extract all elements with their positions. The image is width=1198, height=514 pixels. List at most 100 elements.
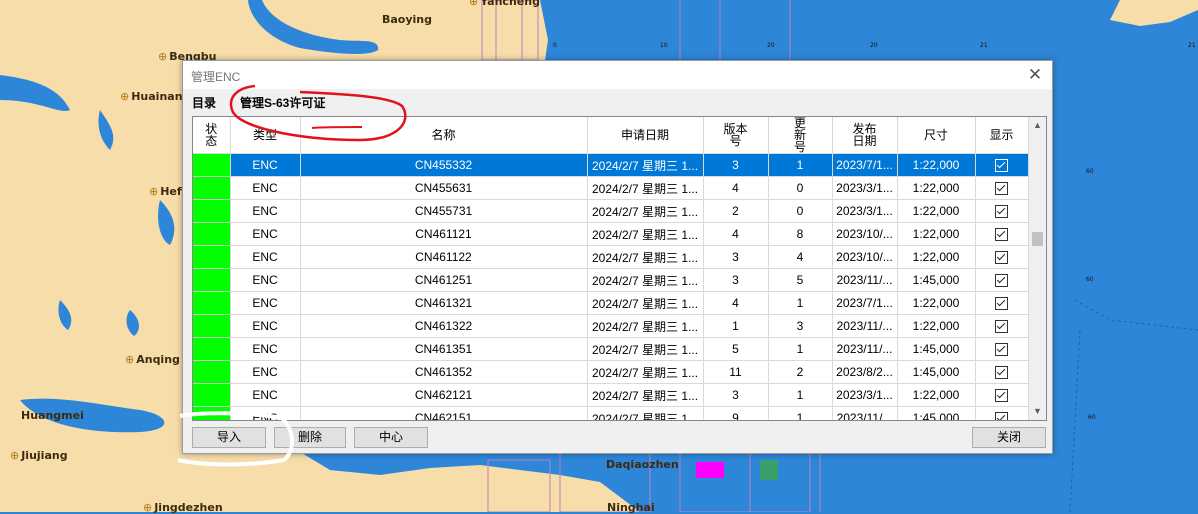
apply-date-cell: 2024/2/7 星期三 1... (587, 383, 704, 407)
table-row[interactable]: ENC CN461321 2024/2/7 星期三 1... 4 1 2023/7/1..… (193, 291, 1029, 315)
show-checkbox[interactable] (995, 389, 1008, 403)
map-label: Daqiaozhen (606, 458, 679, 471)
table-row[interactable]: ENC CN461251 2024/2/7 星期三 1... 3 5 2023/11/..… (193, 268, 1029, 292)
scale-cell: 1:45,000 (897, 360, 976, 384)
table-row[interactable]: ENC CN455631 2024/2/7 星期三 1... 4 0 2023/3/1..… (193, 176, 1029, 200)
col-header-update[interactable]: 更新号 (768, 117, 833, 154)
name-cell: CN461122 (300, 245, 588, 269)
vertical-scrollbar[interactable]: ▲ ▼ (1029, 117, 1046, 420)
update-cell: 5 (768, 268, 833, 292)
map-label: ⊕ Yancheng (469, 0, 540, 8)
show-checkbox[interactable] (995, 159, 1008, 173)
edition-cell: 3 (703, 245, 769, 269)
table-row[interactable]: ENC CN461322 2024/2/7 星期三 1... 1 3 2023/11/..… (193, 314, 1029, 338)
col-header-status[interactable]: 状态 (193, 117, 231, 154)
svg-text:20: 20 (870, 42, 878, 49)
show-checkbox[interactable] (995, 251, 1008, 265)
close-button[interactable]: 关闭 (972, 427, 1046, 448)
table-row[interactable]: ENC CN455731 2024/2/7 星期三 1... 2 0 2023/3/1..… (193, 199, 1029, 223)
type-cell: ENC (230, 337, 301, 361)
scale-cell: 1:22,000 (897, 176, 976, 200)
show-checkbox[interactable] (995, 228, 1008, 242)
dialog-titlebar[interactable]: 管理ENC ✕ (183, 61, 1052, 89)
col-header-show[interactable]: 显示 (975, 117, 1029, 154)
show-checkbox[interactable] (995, 366, 1008, 380)
type-cell: ENC (230, 245, 301, 269)
type-cell: ENC (230, 222, 301, 246)
col-header-issue-date[interactable]: 发布日期 (832, 117, 898, 154)
scroll-up-icon[interactable]: ▲ (1029, 117, 1046, 134)
name-cell: CN455631 (300, 176, 588, 200)
enc-table[interactable]: 状态 类型 名称 申请日期 版本号 更新号 发布日期 尺寸 显示 ENC CN45… (192, 116, 1047, 421)
issue-date-cell: 2023/11/... (832, 337, 898, 361)
table-row[interactable]: ENC CN461122 2024/2/7 星期三 1... 3 4 2023/10/..… (193, 245, 1029, 269)
name-cell: CN461121 (300, 222, 588, 246)
map-label: Ninghai (607, 501, 655, 514)
scale-cell: 1:22,000 (897, 153, 976, 177)
center-button[interactable]: 中心 (354, 427, 428, 448)
svg-text:0: 0 (553, 42, 557, 49)
show-checkbox[interactable] (995, 297, 1008, 311)
edition-cell: 3 (703, 153, 769, 177)
table-row[interactable]: ENC CN461351 2024/2/7 星期三 1... 5 1 2023/11/..… (193, 337, 1029, 361)
update-cell: 1 (768, 406, 833, 420)
table-row[interactable]: ENC CN462151 2024/2/7 星期三 1... 9 1 2023/11/..… (193, 406, 1029, 420)
tab-bar: 目录 管理S-63许可证 (183, 90, 1052, 114)
show-cell (975, 176, 1029, 200)
name-cell: CN461322 (300, 314, 588, 338)
edition-cell: 3 (703, 268, 769, 292)
edition-cell: 4 (703, 291, 769, 315)
status-cell (193, 383, 231, 407)
dialog-title: 管理ENC (191, 70, 241, 84)
show-checkbox[interactable] (995, 274, 1008, 288)
map-label: ⊕ Jiujiang (10, 449, 68, 462)
update-cell: 1 (768, 291, 833, 315)
scale-cell: 1:22,000 (897, 199, 976, 223)
svg-text:60: 60 (1086, 168, 1094, 175)
tab-catalog[interactable]: 目录 (192, 94, 216, 111)
scroll-thumb[interactable] (1032, 232, 1043, 246)
col-header-apply-date[interactable]: 申请日期 (587, 117, 704, 154)
show-checkbox[interactable] (995, 205, 1008, 219)
show-cell (975, 222, 1029, 246)
name-cell: CN461351 (300, 337, 588, 361)
issue-date-cell: 2023/11/... (832, 406, 898, 420)
update-cell: 0 (768, 199, 833, 223)
col-header-name[interactable]: 名称 (300, 117, 588, 154)
update-cell: 0 (768, 176, 833, 200)
show-cell (975, 268, 1029, 292)
issue-date-cell: 2023/10/... (832, 222, 898, 246)
issue-date-cell: 2023/3/1... (832, 383, 898, 407)
table-row[interactable]: ENC CN461352 2024/2/7 星期三 1... 11 2 2023/8/2.… (193, 360, 1029, 384)
type-cell: ENC (230, 176, 301, 200)
issue-date-cell: 2023/11/... (832, 268, 898, 292)
scale-cell: 1:45,000 (897, 268, 976, 292)
col-header-type[interactable]: 类型 (230, 117, 301, 154)
table-row[interactable]: ENC CN455332 2024/2/7 星期三 1... 3 1 2023/7/1..… (193, 153, 1029, 177)
issue-date-cell: 2023/8/2... (832, 360, 898, 384)
issue-date-cell: 2023/7/1... (832, 291, 898, 315)
col-header-scale[interactable]: 尺寸 (897, 117, 976, 154)
issue-date-cell: 2023/11/... (832, 314, 898, 338)
show-checkbox[interactable] (995, 182, 1008, 196)
svg-text:20: 20 (767, 42, 775, 49)
show-checkbox[interactable] (995, 320, 1008, 334)
show-cell (975, 153, 1029, 177)
close-icon[interactable]: ✕ (1024, 64, 1046, 86)
scale-cell: 1:22,000 (897, 222, 976, 246)
status-cell (193, 176, 231, 200)
import-button[interactable]: 导入 (192, 427, 266, 448)
show-checkbox[interactable] (995, 343, 1008, 357)
update-cell: 4 (768, 245, 833, 269)
col-header-edition[interactable]: 版本号 (703, 117, 769, 154)
issue-date-cell: 2023/3/1... (832, 176, 898, 200)
table-row[interactable]: ENC CN462121 2024/2/7 星期三 1... 3 1 2023/3/1..… (193, 383, 1029, 407)
scroll-down-icon[interactable]: ▼ (1029, 403, 1046, 420)
show-checkbox[interactable] (995, 412, 1008, 420)
delete-button[interactable]: 删除 (274, 427, 346, 448)
type-cell: ENC (230, 199, 301, 223)
tab-s63-license[interactable]: 管理S-63许可证 (240, 94, 325, 111)
apply-date-cell: 2024/2/7 星期三 1... (587, 222, 704, 246)
table-row[interactable]: ENC CN461121 2024/2/7 星期三 1... 4 8 2023/10/..… (193, 222, 1029, 246)
apply-date-cell: 2024/2/7 星期三 1... (587, 245, 704, 269)
